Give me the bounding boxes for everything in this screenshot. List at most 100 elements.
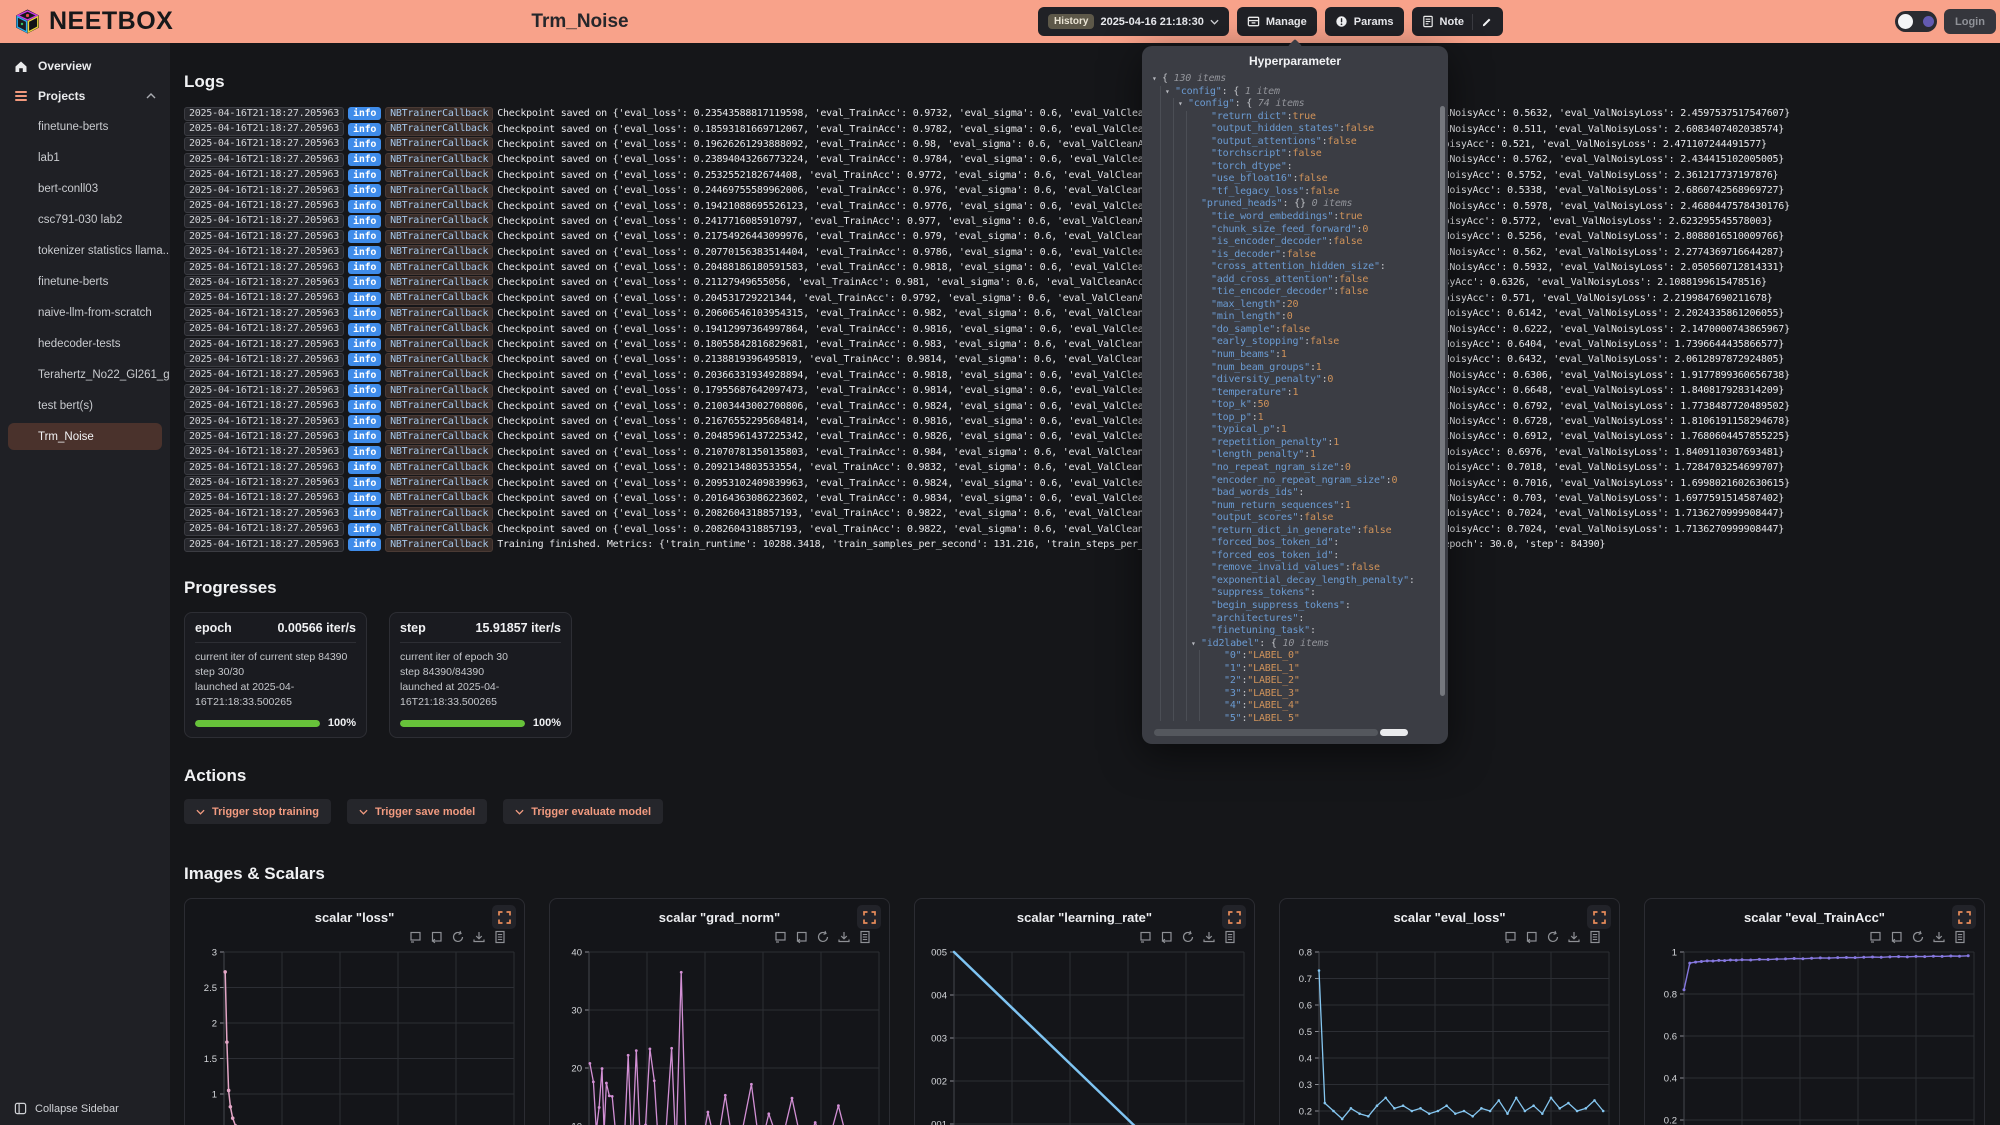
log-message: Checkpoint saved on {'eval_loss': 0.2112… <box>497 277 1767 288</box>
log-row: 2025-04-16T21:18:27.205963 info NBTraine… <box>184 183 1986 198</box>
zoom-select-icon[interactable] <box>774 930 788 944</box>
manage-button[interactable]: Manage <box>1237 7 1317 36</box>
log-row: 2025-04-16T21:18:27.205963 info NBTraine… <box>184 198 1986 213</box>
log-timestamp-badge: 2025-04-16T21:18:27.205963 <box>184 245 344 259</box>
scalar-line-chart[interactable]: 32.521.510.50 <box>188 946 521 1125</box>
history-dropdown[interactable]: History 2025-04-16 21:18:30 <box>1038 7 1229 36</box>
theme-toggle[interactable] <box>1895 11 1937 32</box>
data-view-icon[interactable] <box>1223 930 1237 944</box>
refresh-icon[interactable] <box>1911 930 1925 944</box>
json-tree-line: "tie_word_embeddings":true <box>1148 211 1438 224</box>
expand-chart-button[interactable] <box>1587 905 1611 929</box>
sidebar-project-item[interactable]: test bert(s) <box>0 390 170 421</box>
zoom-select-icon[interactable] <box>1869 930 1883 944</box>
sidebar-project-item[interactable]: tokenizer statistics llama... <box>0 235 170 266</box>
refresh-icon[interactable] <box>1546 930 1560 944</box>
expand-chart-button[interactable] <box>857 905 881 929</box>
history-chip: History <box>1048 14 1094 29</box>
refresh-icon[interactable] <box>451 930 465 944</box>
sidebar-project-item[interactable]: hedecoder-tests <box>0 328 170 359</box>
log-level-badge: info <box>348 123 381 136</box>
zoom-reset-icon[interactable] <box>795 930 809 944</box>
svg-text:2.5: 2.5 <box>204 983 217 994</box>
json-tree-line: "pruned_heads": {} 0 items <box>1148 198 1438 211</box>
zoom-reset-icon[interactable] <box>430 930 444 944</box>
expand-chart-button[interactable] <box>1952 905 1976 929</box>
note-button[interactable]: Note <box>1412 7 1503 36</box>
sidebar-project-item[interactable]: lab1 <box>0 142 170 173</box>
params-button[interactable]: Params <box>1325 7 1404 36</box>
zoom-select-icon[interactable] <box>409 930 423 944</box>
refresh-icon[interactable] <box>816 930 830 944</box>
log-timestamp-badge: 2025-04-16T21:18:27.205963 <box>184 461 344 475</box>
json-tree-line[interactable]: ▾"config": { 74 items <box>1148 98 1438 111</box>
expand-chart-button[interactable] <box>492 905 516 929</box>
sidebar-item-overview[interactable]: Overview <box>0 51 170 81</box>
json-tree-line[interactable]: ▾"id2label": { 10 items <box>1148 638 1438 651</box>
download-image-icon[interactable] <box>1202 930 1216 944</box>
data-view-icon[interactable] <box>1588 930 1602 944</box>
sidebar-project-item[interactable]: Terahertz_No22_Gl261_gl... <box>0 359 170 390</box>
log-message: Checkpoint saved on {'eval_loss': 0.2532… <box>497 170 1778 181</box>
action-trigger-button[interactable]: Trigger evaluate model <box>503 799 663 824</box>
json-tree-line[interactable]: ▾"config": { 1 item <box>1148 86 1438 99</box>
fullscreen-icon <box>1593 911 1606 924</box>
sidebar-project-item[interactable]: finetune-berts <box>0 266 170 297</box>
progress-bar <box>400 720 525 727</box>
data-view-icon[interactable] <box>1953 930 1967 944</box>
log-row: 2025-04-16T21:18:27.205963 info NBTraine… <box>184 214 1986 229</box>
hyperparameter-json-tree[interactable]: ▾{ 130 items▾"config": { 1 item▾"config"… <box>1148 73 1438 721</box>
action-trigger-button[interactable]: Trigger save model <box>347 799 487 824</box>
sidebar-project-item[interactable]: csc791-030 lab2 <box>0 204 170 235</box>
log-source-badge: NBTrainerCallback <box>385 137 493 151</box>
zoom-select-icon[interactable] <box>1139 930 1153 944</box>
scalar-line-chart[interactable]: 10.80.60.40.20 <box>1648 946 1981 1125</box>
download-image-icon[interactable] <box>837 930 851 944</box>
download-image-icon[interactable] <box>1567 930 1581 944</box>
zoom-reset-icon[interactable] <box>1160 930 1174 944</box>
zoom-reset-icon[interactable] <box>1525 930 1539 944</box>
chevron-up-icon <box>146 93 156 99</box>
expand-chart-button[interactable] <box>1222 905 1246 929</box>
log-console[interactable]: 2025-04-16T21:18:27.205963 info NBTraine… <box>184 106 1986 552</box>
sidebar-project-item[interactable]: naive-llm-from-scratch <box>0 297 170 328</box>
svg-text:005: 005 <box>931 948 947 959</box>
json-tree-line: "torchscript":false <box>1148 148 1438 161</box>
scalar-line-chart[interactable]: 0.80.70.60.50.40.30.20.10 <box>1283 946 1616 1125</box>
json-tree-line: "max_length":20 <box>1148 299 1438 312</box>
zoom-reset-icon[interactable] <box>1890 930 1904 944</box>
json-tree-line: "5":"LABEL_5" <box>1148 713 1438 721</box>
json-tree-line: "tf_legacy_loss":false <box>1148 186 1438 199</box>
vertical-scrollbar[interactable] <box>1440 106 1445 696</box>
sidebar-project-item[interactable]: bert-conll03 <box>0 173 170 204</box>
download-image-icon[interactable] <box>1932 930 1946 944</box>
login-button[interactable]: Login <box>1944 9 1996 34</box>
log-timestamp-badge: 2025-04-16T21:18:27.205963 <box>184 415 344 429</box>
svg-text:003: 003 <box>931 1034 947 1045</box>
zoom-select-icon[interactable] <box>1504 930 1518 944</box>
horizontal-scrollbar-track[interactable] <box>1154 729 1378 736</box>
horizontal-scrollbar-thumb[interactable] <box>1380 729 1408 736</box>
scalar-line-chart[interactable]: 0050040030020010 <box>918 946 1251 1125</box>
action-trigger-button[interactable]: Trigger stop training <box>184 799 331 824</box>
log-row: 2025-04-16T21:18:27.205963 info NBTraine… <box>184 321 1986 336</box>
json-tree-line[interactable]: ▾{ 130 items <box>1148 73 1438 86</box>
project-list: finetune-bertslab1bert-conll03csc791-030… <box>0 111 170 450</box>
refresh-icon[interactable] <box>1181 930 1195 944</box>
data-view-icon[interactable] <box>493 930 507 944</box>
data-view-icon[interactable] <box>858 930 872 944</box>
download-image-icon[interactable] <box>472 930 486 944</box>
brand[interactable]: NEETBOX <box>0 7 173 36</box>
log-message: Checkpoint saved on {'eval_loss': 0.2446… <box>497 185 1784 196</box>
sidebar-item-projects[interactable]: Projects <box>0 81 170 111</box>
log-row: 2025-04-16T21:18:27.205963 info NBTraine… <box>184 229 1986 244</box>
collapse-sidebar-button[interactable]: Collapse Sidebar <box>14 1102 119 1115</box>
log-source-badge: NBTrainerCallback <box>385 230 493 244</box>
sidebar-project-item[interactable]: finetune-berts <box>0 111 170 142</box>
sidebar-project-item-selected[interactable]: Trm_Noise <box>8 423 162 450</box>
scalar-line-chart[interactable]: 403020100 <box>553 946 886 1125</box>
log-row: 2025-04-16T21:18:27.205963 info NBTraine… <box>184 337 1986 352</box>
log-timestamp-badge: 2025-04-16T21:18:27.205963 <box>184 399 344 413</box>
log-row: 2025-04-16T21:18:27.205963 info NBTraine… <box>184 522 1986 537</box>
edit-pencil-icon[interactable] <box>1481 16 1493 28</box>
